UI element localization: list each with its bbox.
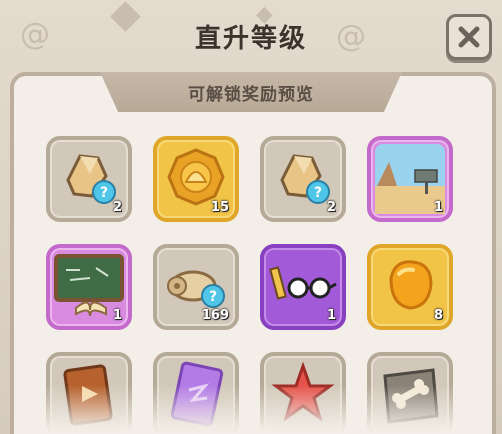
reward-count: 169 — [201, 308, 229, 323]
scroll-fade-overlay — [14, 385, 492, 434]
close-button[interactable] — [446, 14, 492, 60]
reward-slot[interactable]: 1 — [260, 244, 346, 330]
reward-slot[interactable]: ? 2 — [260, 136, 346, 222]
svg-text:?: ? — [100, 185, 108, 201]
reward-count: 8 — [433, 308, 443, 323]
reward-count: 15 — [210, 200, 229, 215]
reward-count: 1 — [433, 200, 443, 215]
subtitle-label: 可解锁奖励预览 — [188, 84, 314, 105]
reward-slot[interactable]: 15 — [153, 136, 239, 222]
reward-slot[interactable]: 1 — [46, 244, 132, 330]
reward-slot[interactable]: ? 169 — [153, 244, 239, 330]
reward-count: 1 — [326, 308, 336, 323]
subtitle-banner: 可解锁奖励预览 — [100, 72, 402, 112]
reward-slot[interactable]: ? 2 — [46, 136, 132, 222]
reward-slot[interactable]: 1 — [367, 136, 453, 222]
reward-count: 2 — [112, 200, 122, 215]
reward-slot[interactable]: 8 — [367, 244, 453, 330]
level-up-dialog: @ ◆ @ ◆ 直升等级 可解锁奖励预览 ? 2 15 ? 2 1 1 ? 16… — [0, 0, 502, 434]
dialog-title: 直升等级 — [194, 24, 307, 54]
svg-text:?: ? — [209, 289, 217, 305]
svg-text:?: ? — [314, 185, 322, 201]
reward-count: 1 — [112, 308, 122, 323]
close-icon — [458, 26, 480, 48]
reward-count: 2 — [326, 200, 336, 215]
